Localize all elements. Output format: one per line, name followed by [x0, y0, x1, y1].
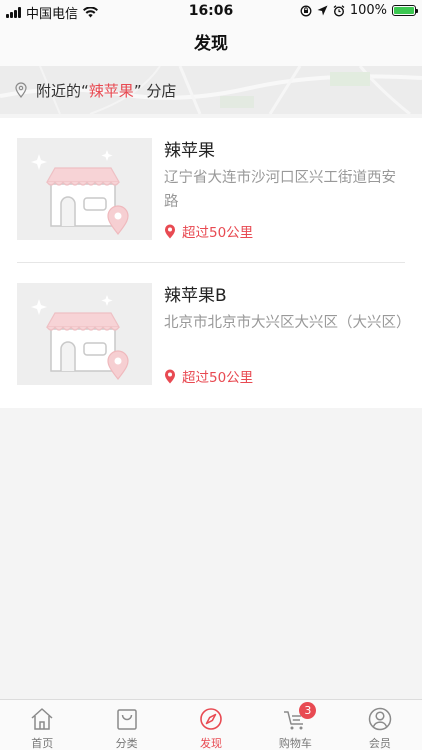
store-card[interactable]: 辣苹果 辽宁省大连市沙河口区兴工街道西安路 超过50公里: [0, 118, 422, 263]
store-placeholder-image: [17, 138, 152, 240]
battery-percent: 100%: [349, 3, 387, 18]
location-banner[interactable]: 附近的“辣苹果” 分店: [0, 66, 422, 114]
store-name: 辣苹果B: [164, 286, 227, 306]
nearby-suffix: 分店: [146, 81, 177, 100]
tab-label: 首页: [31, 737, 54, 750]
map-pin-icon: [165, 369, 175, 383]
map-pin-icon: [165, 224, 175, 238]
store-list: 辣苹果 辽宁省大连市沙河口区兴工街道西安路 超过50公里 辣苹果B 北京市北京市…: [0, 118, 422, 408]
cart-count-badge: 3: [299, 702, 317, 719]
tab-label: 发现: [200, 737, 223, 750]
tab-cart[interactable]: 3 购物车: [253, 700, 337, 750]
open-quote: “: [81, 81, 89, 100]
distance-label: 超过50公里: [182, 370, 254, 386]
distance-label: 超过50公里: [182, 225, 254, 241]
close-quote: ”: [133, 81, 142, 100]
alarm-icon: [333, 4, 345, 17]
battery-icon: [392, 5, 418, 16]
tab-label: 会员: [368, 737, 391, 750]
page-title: 发现: [0, 22, 422, 66]
home-icon: [31, 708, 53, 730]
user-icon: [368, 707, 392, 731]
brand-highlight: 辣苹果: [88, 81, 134, 100]
tab-label: 分类: [115, 737, 138, 750]
location-arrow-icon: [317, 5, 328, 16]
tab-bar: 首页 分类 发现 3 购物车 会员: [0, 699, 422, 750]
storefront-icon: [31, 150, 129, 235]
rotation-lock-icon: [300, 5, 312, 16]
store-address: 北京市北京市大兴区大兴区（大兴区）: [164, 315, 411, 331]
nearby-stores-label: 附近的“辣苹果” 分店: [14, 66, 176, 114]
status-right: 100%: [300, 3, 418, 18]
tab-label: 购物车: [278, 737, 312, 750]
store-name: 辣苹果: [164, 141, 215, 161]
store-distance: 超过50公里: [164, 366, 253, 386]
store-card[interactable]: 辣苹果B 北京市北京市大兴区大兴区（大兴区） 超过50公里: [0, 263, 422, 408]
tab-member[interactable]: 会员: [338, 700, 422, 750]
compass-icon: [200, 708, 222, 730]
location-pin-icon: [15, 82, 27, 98]
status-bar: 中国电信 16:06 100%: [0, 0, 422, 22]
store-placeholder-image: [17, 283, 152, 385]
tab-discover[interactable]: 发现: [169, 700, 253, 750]
storefront-icon: [31, 295, 129, 380]
tab-home[interactable]: 首页: [0, 700, 84, 750]
tab-category[interactable]: 分类: [84, 700, 168, 750]
store-distance: 超过50公里: [164, 221, 253, 241]
store-address: 辽宁省大连市沙河口区兴工街道西安路: [164, 170, 396, 210]
nearby-prefix: 附近的: [36, 81, 82, 100]
bag-icon: [116, 709, 137, 730]
